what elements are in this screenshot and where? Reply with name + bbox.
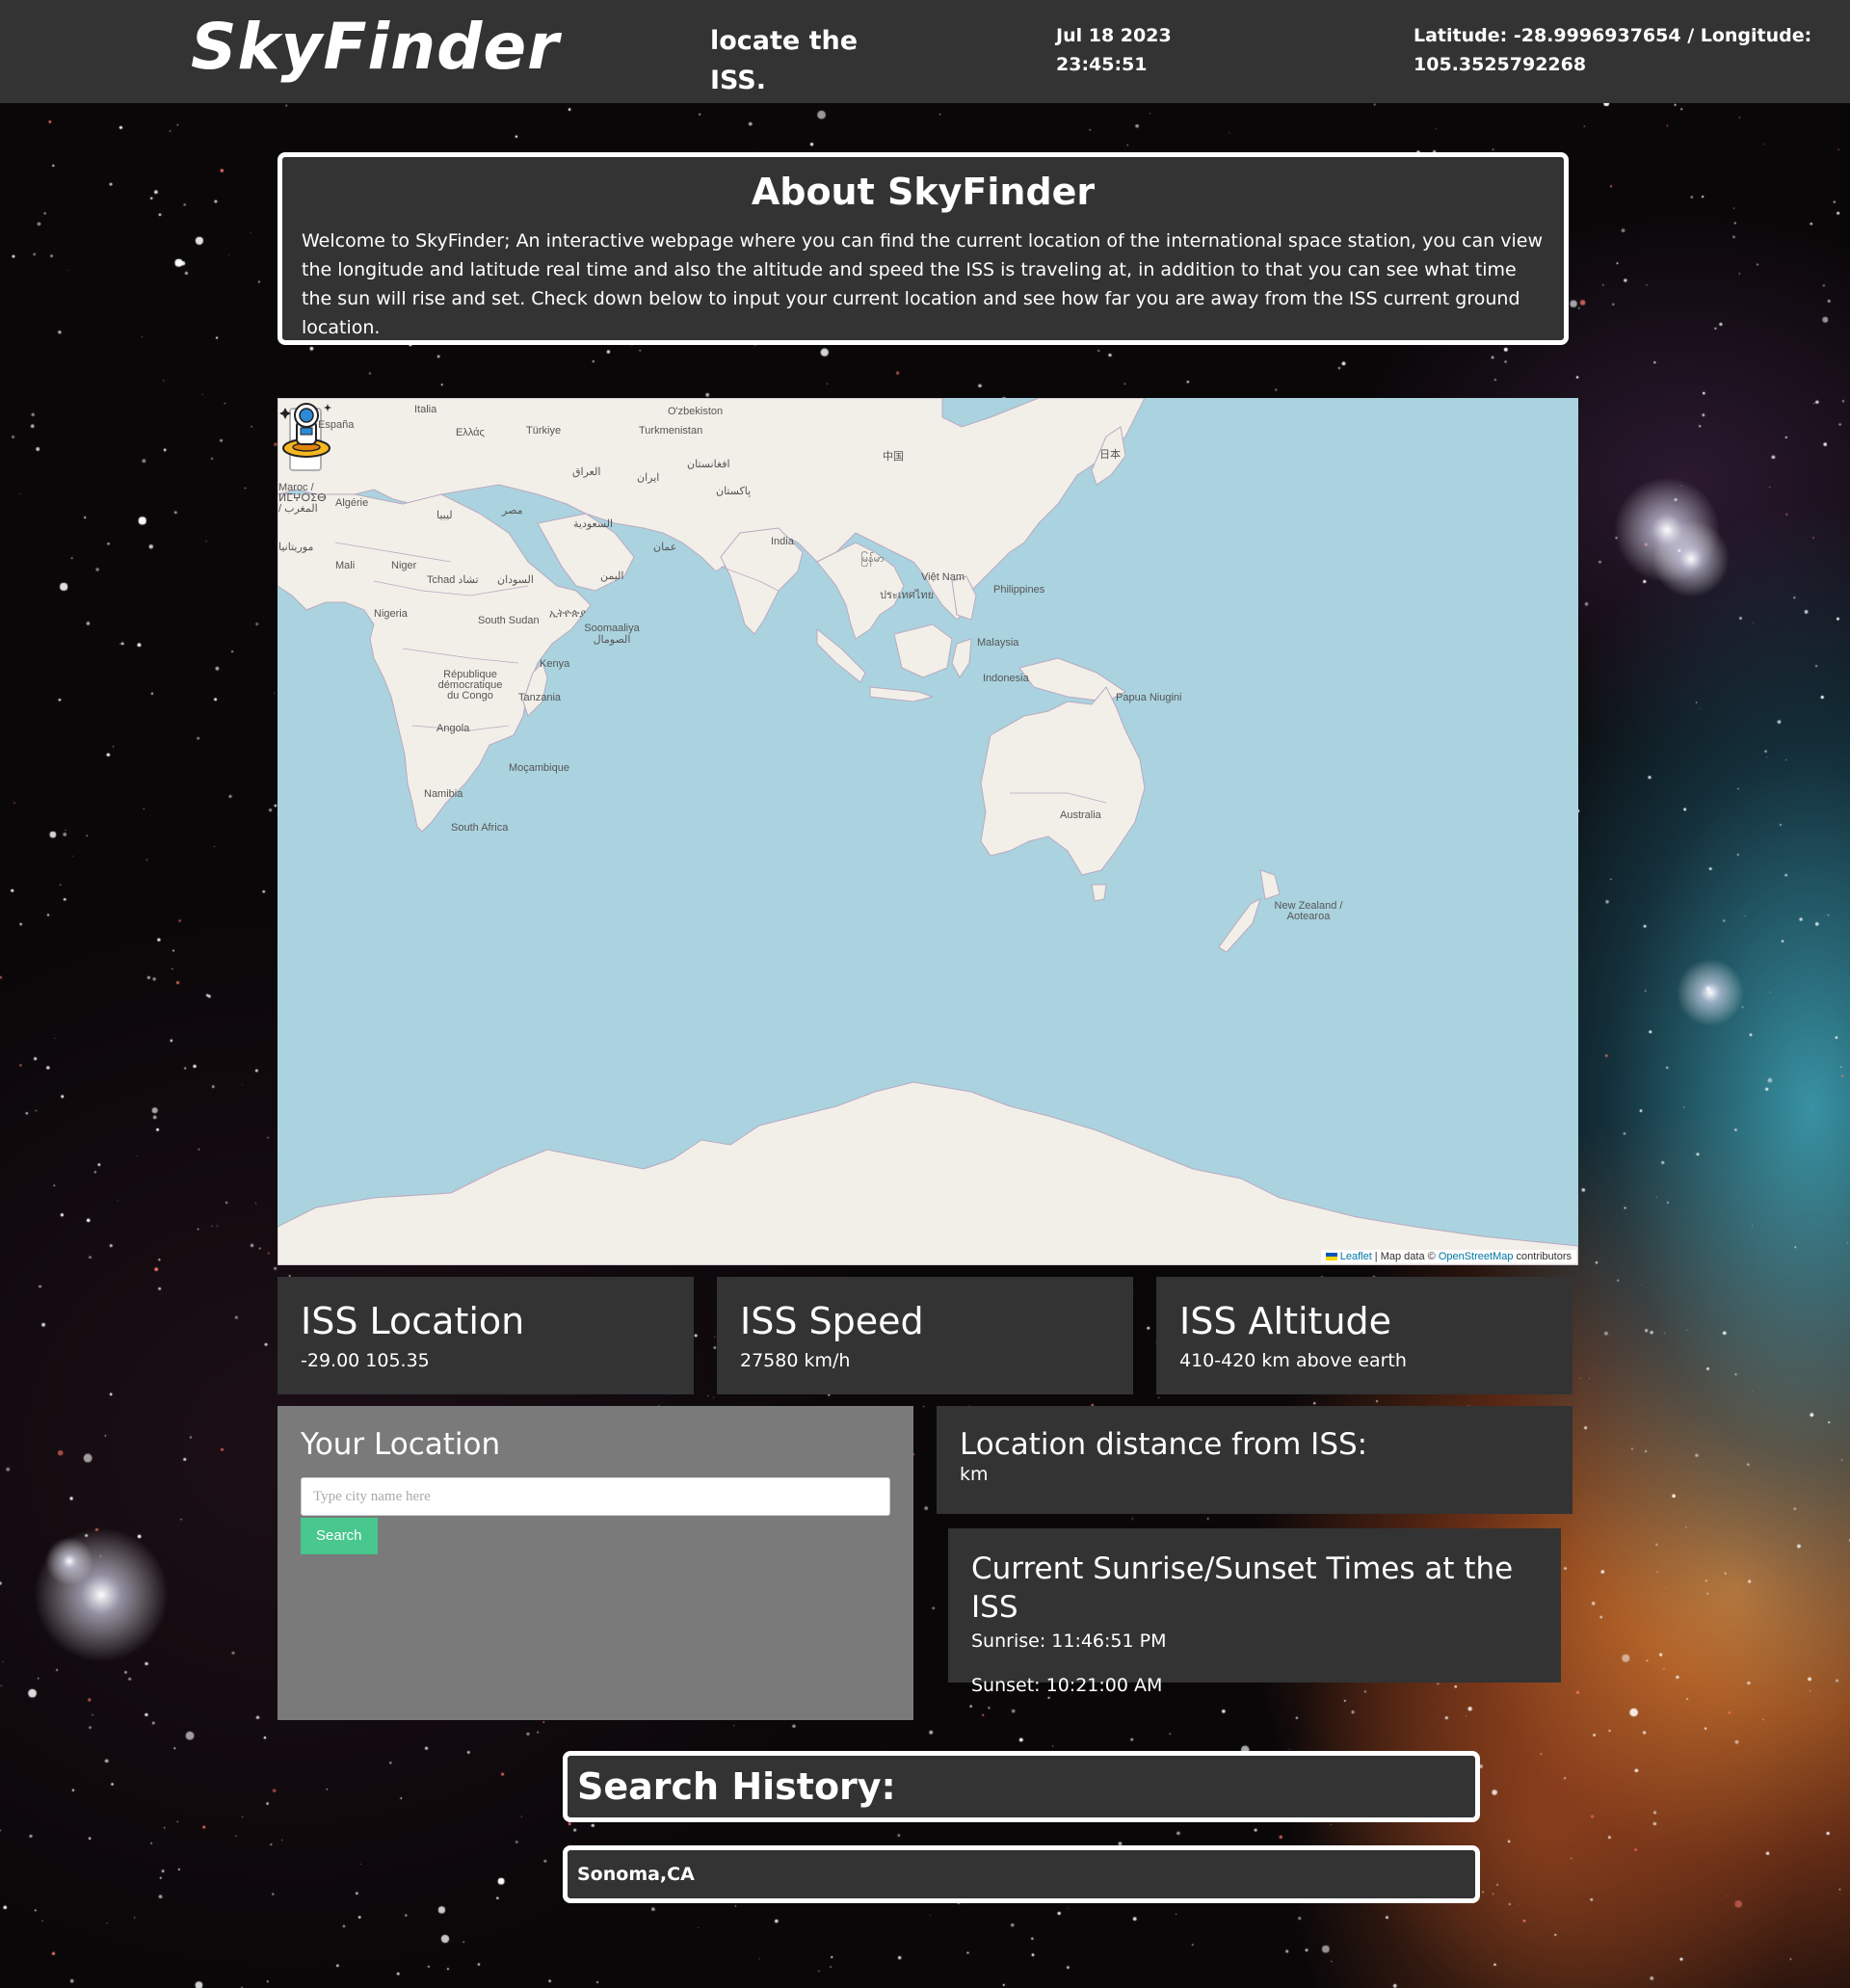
map-label: Maroc / ⵍⵎⵖⵔⵉⴱ / المغرب (278, 482, 327, 515)
sun-times-card: Current Sunrise/Sunset Times at the ISS … (948, 1528, 1561, 1696)
map-land-borneo (893, 623, 953, 678)
map-label: ประเทศไทย (880, 590, 935, 601)
map-label: New Zealand / Aotearoa (1274, 900, 1343, 922)
map-label: Italia (414, 404, 437, 415)
search-history-title: Search History: (577, 1765, 896, 1808)
iss-location-card: ISS Location -29.00 105.35 (278, 1277, 694, 1394)
iss-speed-value: 27580 km/h (740, 1350, 851, 1371)
map-label: Soomaaliya الصومال (584, 623, 640, 646)
distance-value: km (960, 1464, 989, 1485)
map-land-antarctica (278, 1081, 1578, 1265)
map-label: India (771, 536, 794, 547)
map-label: ليبيا (436, 510, 453, 521)
map-label: Malaysia (977, 637, 1019, 649)
map-label: Philippines (993, 584, 1045, 596)
sunrise-time: Sunrise: 11:46:51 PM (971, 1630, 1167, 1652)
map-label: South Africa (451, 822, 509, 834)
sun-times-title: Current Sunrise/Sunset Times at the ISS (971, 1551, 1514, 1625)
map-label: République démocratique du Congo (437, 669, 503, 702)
map-label: Turkmenistan (639, 425, 703, 437)
search-history-header: Search History: (563, 1751, 1480, 1822)
map-label: السودان (497, 574, 534, 586)
map-label: Papua Niugini (1116, 692, 1182, 703)
leaflet-link[interactable]: Leaflet (1340, 1251, 1372, 1262)
leaflet-flag-icon (1325, 1253, 1337, 1261)
current-datetime: Jul 18 2023 23:45:51 (1056, 21, 1210, 79)
logo: SkyFinder (191, 10, 560, 84)
your-location-title: Your Location (301, 1427, 501, 1462)
map-attribution: Leaflet | Map data © OpenStreetMap contr… (1320, 1250, 1576, 1263)
about-title: About SkyFinder (751, 171, 1096, 213)
map-label: Nigeria (374, 608, 408, 620)
iss-speed-card: ISS Speed 27580 km/h (717, 1277, 1133, 1394)
iss-coordinates: Latitude: -28.9996937654 / Longitude: 10… (1414, 25, 1812, 75)
map-label: O'zbekiston (668, 406, 724, 417)
map-label: Mali (335, 560, 356, 571)
map-label: 日本 (1099, 449, 1121, 461)
map-land-new-zealand-south (1218, 898, 1261, 953)
current-date: Jul 18 2023 (1056, 25, 1172, 46)
map-label: South Sudan (478, 615, 540, 626)
iss-altitude-value: 410-420 km above earth (1179, 1350, 1407, 1371)
map-label: Ελλάς (456, 427, 485, 438)
map-label: پاکستان (716, 486, 752, 497)
map-label: Australia (1060, 809, 1101, 821)
map-label: افغانستان (687, 459, 730, 470)
map-label: မြန်မာ (860, 553, 885, 565)
map-label: ایران (637, 472, 660, 484)
search-button[interactable]: Search (301, 1518, 378, 1554)
header: SkyFinder locate the ISS. Jul 18 2023 23… (0, 0, 1850, 103)
map-label: موريتانيا (278, 542, 314, 553)
map-label: Algérie (335, 497, 369, 509)
map-label: 中国 (883, 451, 904, 463)
about-panel: About SkyFinder Welcome to SkyFinder; An… (278, 152, 1569, 345)
sunset-time: Sunset: 10:21:00 AM (971, 1675, 1163, 1696)
map-label: Kenya (540, 658, 570, 670)
iss-altitude-title: ISS Altitude (1179, 1300, 1392, 1342)
your-location-panel: Your Location Search (278, 1406, 913, 1720)
iss-altitude-card: ISS Altitude 410-420 km above earth (1156, 1277, 1572, 1394)
map-label: عمان (653, 542, 677, 553)
iss-speed-title: ISS Speed (740, 1300, 924, 1342)
map-label: Moçambique (509, 762, 569, 774)
map-label: Namibia (424, 788, 463, 800)
astronaut-icon[interactable] (278, 398, 335, 462)
map-label: Tchad تشاد (427, 574, 479, 586)
map-land-java (869, 686, 935, 702)
map-land-tasmania (1091, 884, 1107, 902)
iss-map[interactable]: + − Italia España Ελλάς Türkiye O'zbekis… (278, 398, 1578, 1265)
map-land-new-zealand (1259, 869, 1281, 900)
city-search-input[interactable] (301, 1477, 890, 1516)
map-label: Angola (436, 723, 470, 734)
distance-title: Location distance from ISS: (960, 1427, 1368, 1462)
distance-card: Location distance from ISS: km (937, 1406, 1572, 1514)
map-label: اليمن (600, 570, 624, 582)
map-label: مصر (502, 505, 523, 517)
map-label: Indonesia (983, 673, 1029, 684)
map-label: Tanzania (518, 692, 562, 703)
map-label: العراق (572, 466, 601, 478)
map-label: Türkiye (526, 425, 562, 437)
map-label: ኢትዮጵያ (549, 608, 586, 620)
map-label: Việt Nam (921, 571, 965, 583)
openstreetmap-link[interactable]: OpenStreetMap (1439, 1251, 1514, 1262)
tagline: locate the ISS. (710, 26, 859, 95)
about-text: Welcome to SkyFinder; An interactive web… (302, 230, 1544, 338)
map-land-sulawesi (951, 638, 972, 678)
search-history-item[interactable]: Sonoma,CA (563, 1845, 1480, 1903)
map-land-australia (980, 686, 1146, 876)
map-label: السعودية (573, 518, 614, 530)
iss-location-value: -29.00 105.35 (301, 1350, 430, 1371)
map-label: Niger (391, 560, 417, 571)
current-time: 23:45:51 (1056, 54, 1148, 75)
iss-location-title: ISS Location (301, 1300, 525, 1342)
